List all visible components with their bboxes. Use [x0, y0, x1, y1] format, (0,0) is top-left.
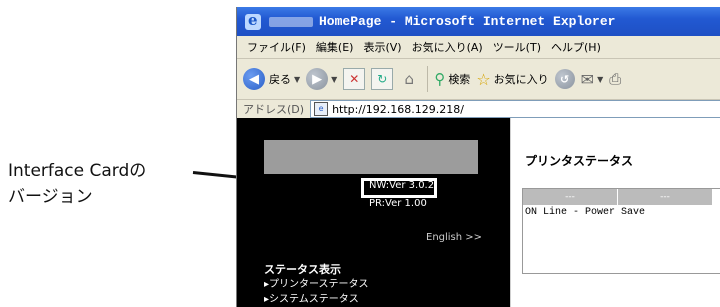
english-link[interactable]: English >> [426, 232, 482, 243]
nw-version: NW:Ver 3.0.2 [369, 180, 435, 191]
refresh-button[interactable]: ↻ [371, 68, 394, 90]
page-title: プリンタステータス [525, 154, 634, 168]
left-panel: NW:Ver 3.0.2 PR:Ver 1.00 English >> ステータ… [237, 118, 510, 307]
menu-file[interactable]: ファイル(F) [247, 39, 306, 55]
search-icon: ⚲ [434, 70, 446, 88]
panel-divider [510, 118, 511, 307]
home-icon: ⌂ [404, 70, 415, 88]
back-button[interactable]: ◀ 戻る ▼ [243, 68, 300, 90]
table-header-row: --- --- [523, 189, 720, 205]
print-button[interactable]: ⎙ [609, 70, 621, 88]
pr-version: PR:Ver 1.00 [369, 198, 427, 209]
forward-button[interactable]: ▶ ▼ [306, 68, 337, 90]
menu-bar: ファイル(F) 編集(E) 表示(V) お気に入り(A) ツール(T) ヘルプ(… [237, 36, 720, 59]
address-url: http://192.168.129.218/ [332, 102, 464, 116]
search-button[interactable]: ⚲ 検索 [434, 70, 470, 88]
browser-window: HomePage - Microsoft Internet Explorer フ… [236, 7, 720, 307]
system-status-link[interactable]: ▸システムステータス [264, 290, 359, 305]
chevron-down-icon: ▼ [294, 74, 301, 84]
menu-help[interactable]: ヘルプ(H) [551, 39, 601, 55]
menu-edit[interactable]: 編集(E) [316, 39, 354, 55]
printer-icon: ⎙ [609, 70, 622, 88]
history-icon: ↺ [554, 69, 575, 89]
stop-icon: ✕ [343, 68, 366, 90]
history-button[interactable]: ↺ [554, 69, 575, 89]
star-icon: ☆ [476, 69, 491, 89]
table-header-cell: --- [618, 189, 713, 205]
page-content: NW:Ver 3.0.2 PR:Ver 1.00 English >> ステータ… [237, 118, 720, 307]
back-label: 戻る [269, 73, 291, 86]
printer-status-link[interactable]: ▸プリンターステータス [264, 275, 369, 290]
toolbar: ◀ 戻る ▼ ▶ ▼ ✕ ↻ ⌂ ⚲ 検索 ☆ お気に入り ↺ ✉ ▼ ⎙ [237, 59, 720, 100]
status-table: --- --- ON Line - Power Save [522, 188, 720, 274]
table-header-cell: --- [523, 189, 618, 205]
address-bar: アドレス(D) e http://192.168.129.218/ [237, 100, 720, 119]
page-icon: e [314, 102, 329, 116]
title-bar: HomePage - Microsoft Internet Explorer [237, 7, 720, 36]
annotation-label: Interface Cardの バージョン [8, 158, 198, 210]
mail-button[interactable]: ✉ ▼ [581, 70, 604, 89]
window-title: HomePage - Microsoft Internet Explorer [319, 14, 616, 29]
redacted-title-part [269, 16, 313, 27]
forward-arrow-icon: ▶ [306, 68, 329, 90]
ie-icon [245, 11, 261, 30]
chevron-down-icon: ▼ [597, 74, 604, 84]
address-label: アドレス(D) [243, 103, 305, 116]
refresh-icon: ↻ [371, 68, 394, 90]
menu-view[interactable]: 表示(V) [363, 39, 401, 55]
toolbar-separator [427, 66, 429, 92]
mail-icon: ✉ [580, 69, 595, 89]
header-banner [264, 140, 478, 174]
stop-button[interactable]: ✕ [343, 68, 366, 90]
annotation-line-1: Interface Cardの [8, 161, 147, 181]
status-text: ON Line - Power Save [525, 207, 646, 218]
annotation-line-2: バージョン [8, 187, 93, 207]
favorites-button[interactable]: ☆ お気に入り [476, 70, 548, 89]
back-arrow-icon: ◀ [243, 68, 265, 90]
menu-tools[interactable]: ツール(T) [493, 39, 541, 55]
address-input[interactable]: e http://192.168.129.218/ [310, 100, 720, 118]
menu-favorites[interactable]: お気に入り(A) [412, 39, 483, 55]
chevron-down-icon: ▼ [331, 74, 338, 84]
search-label: 検索 [448, 73, 471, 86]
home-button[interactable]: ⌂ [399, 69, 419, 89]
favorites-label: お気に入り [493, 73, 549, 86]
